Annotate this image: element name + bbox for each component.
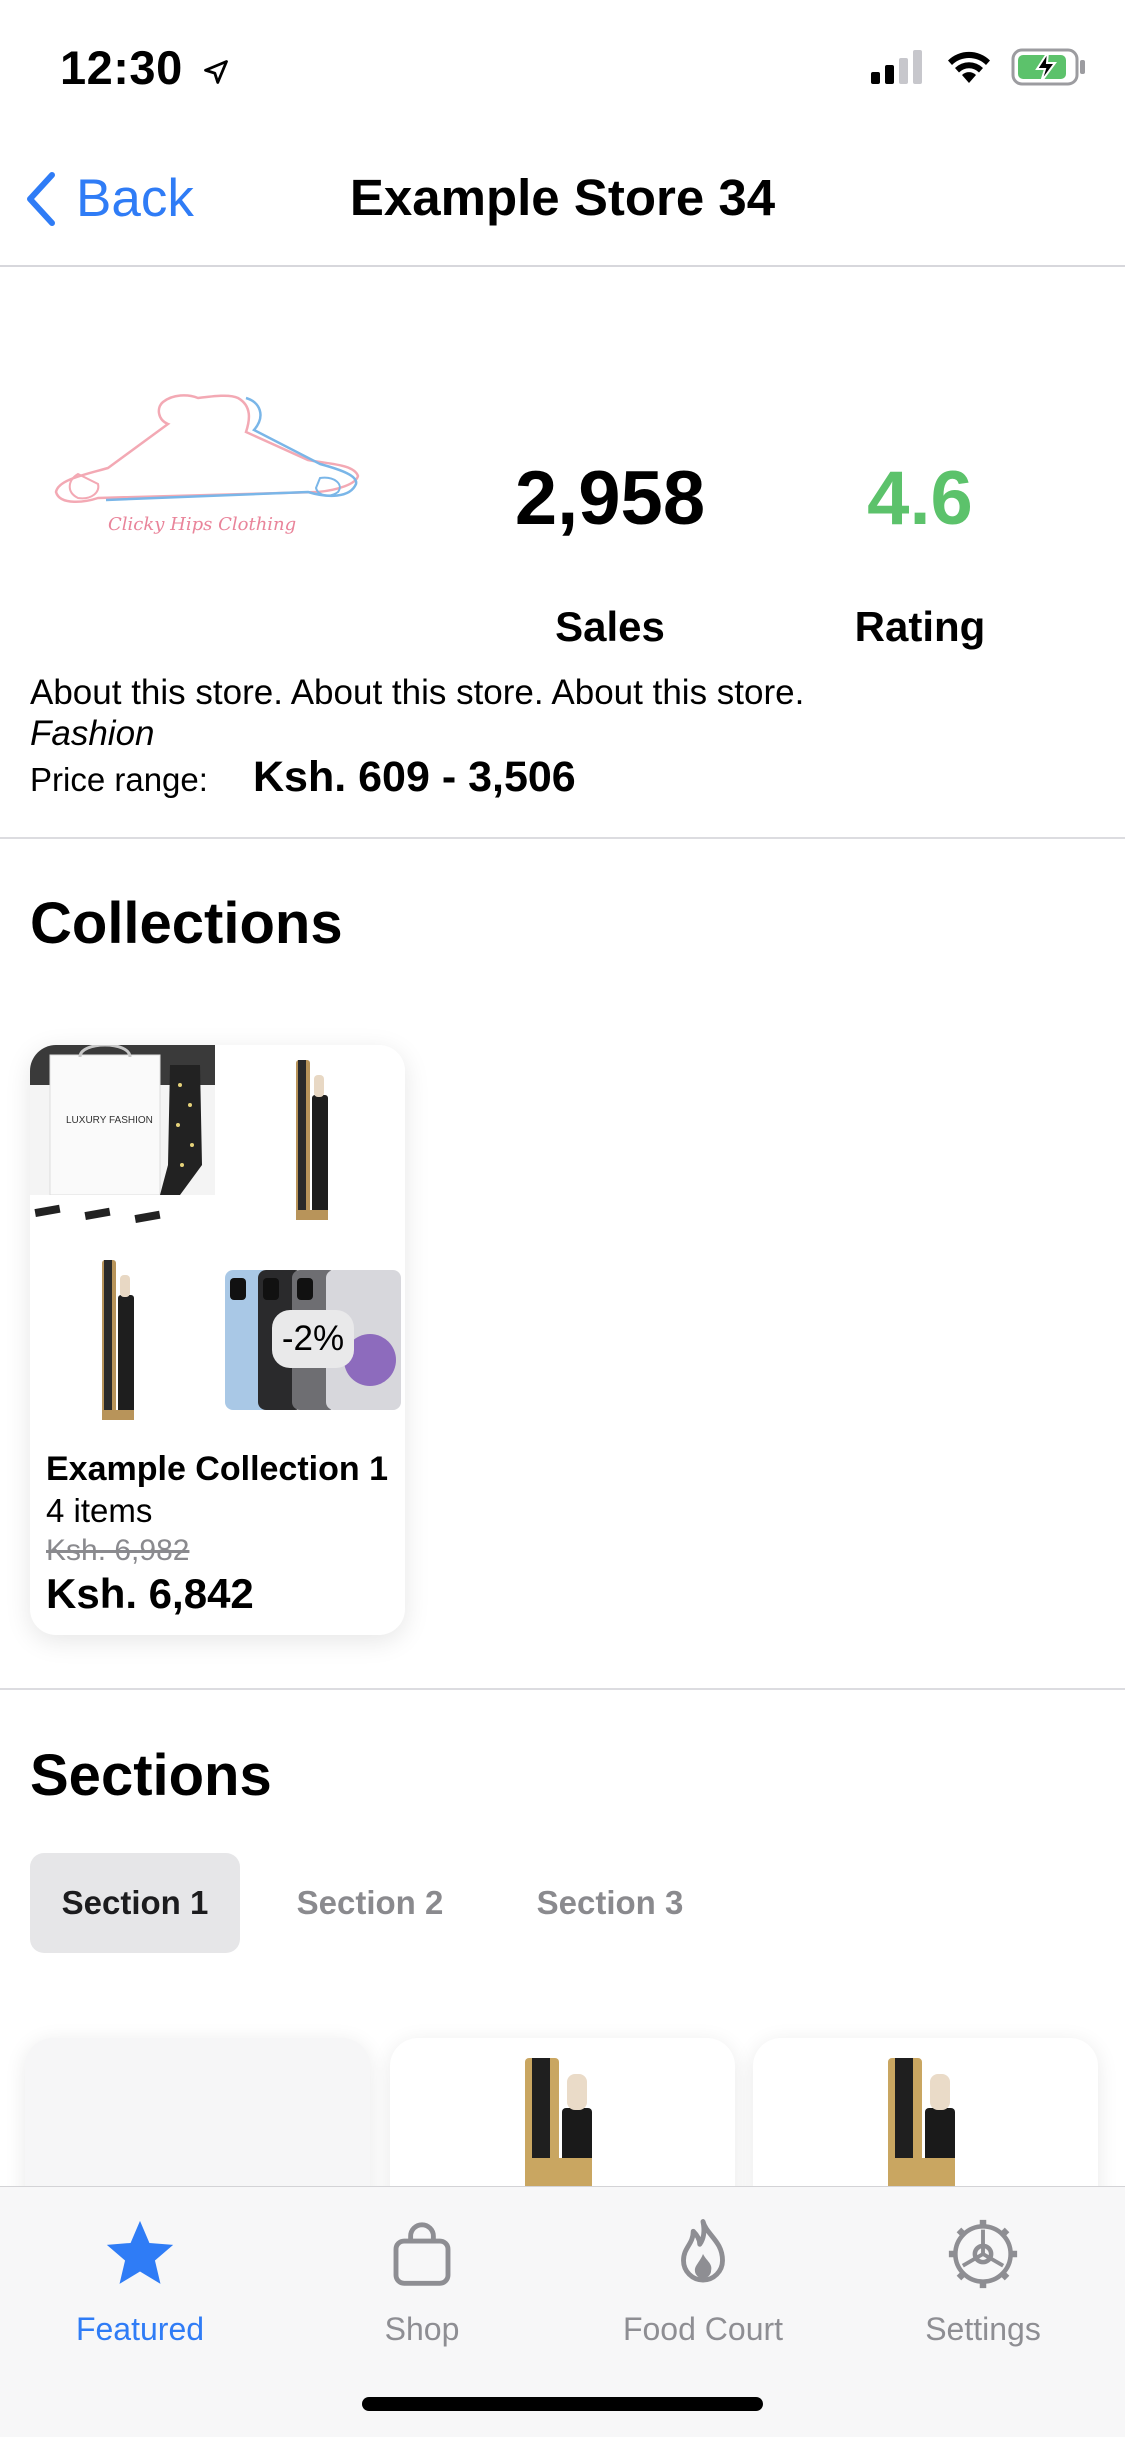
gear-icon <box>948 2219 1018 2289</box>
sales-label: Sales <box>555 603 665 650</box>
divider <box>0 1688 1125 1690</box>
store-about: About this store. About this store. Abou… <box>30 673 805 712</box>
battery-charging-icon <box>1011 48 1085 86</box>
tab-featured[interactable]: Featured <box>10 2215 270 2348</box>
collection-thumb-pen <box>220 1045 405 1230</box>
wifi-icon <box>948 51 990 83</box>
tab-section-1[interactable]: Section 1 <box>30 1853 240 1953</box>
sections-heading: Sections <box>30 1743 272 1808</box>
divider <box>0 837 1125 839</box>
store-logo: Clicky Hips Clothing <box>38 380 378 550</box>
rating-value: 4.6 <box>867 456 973 541</box>
collection-price: Ksh. 6,842 <box>46 1570 254 1617</box>
collection-old-price: Ksh. 6,982 <box>46 1534 190 1567</box>
collection-thumb-pen <box>30 1250 215 1435</box>
cellular-signal-icon <box>871 50 922 84</box>
tab-food-court-label: Food Court <box>622 2311 784 2347</box>
flame-icon <box>681 2219 725 2283</box>
bag-icon <box>393 2222 451 2286</box>
status-indicators <box>871 48 1087 86</box>
tab-section-3[interactable]: Section 3 <box>510 1853 710 1953</box>
tab-settings[interactable]: Settings <box>853 2215 1113 2348</box>
page-title: Example Store 34 <box>349 169 776 226</box>
tab-featured-label: Featured <box>75 2311 205 2347</box>
hanger-logo-icon: Clicky Hips Clothing <box>54 394 360 535</box>
rating-label: Rating <box>854 603 986 650</box>
sales-value: 2,958 <box>514 456 706 541</box>
collections-heading: Collections <box>30 891 343 956</box>
store-category: Fashion <box>30 714 155 753</box>
collection-name: Example Collection 1 <box>46 1450 388 1488</box>
tab-shop[interactable]: Shop <box>292 2215 552 2348</box>
status-time-text: 12:30 <box>60 41 183 94</box>
collection-item-count: 4 items <box>46 1492 153 1529</box>
star-icon <box>106 2220 174 2284</box>
location-arrow-icon <box>204 59 229 84</box>
logo-text: Clicky Hips Clothing <box>108 514 296 535</box>
discount-badge: -2% <box>272 1310 354 1368</box>
tab-shop-label: Shop <box>384 2311 460 2347</box>
tab-section-2[interactable]: Section 2 <box>270 1853 470 1953</box>
home-indicator[interactable] <box>362 2397 763 2411</box>
status-time: 12:30 <box>60 40 230 95</box>
price-range-label: Price range: <box>30 761 208 798</box>
collection-thumb-bag: LUXURY FASHION <box>30 1045 215 1230</box>
tab-settings-label: Settings <box>925 2311 1041 2347</box>
tab-food-court[interactable]: Food Court <box>573 2215 833 2348</box>
price-range-value: Ksh. 609 - 3,506 <box>253 753 576 801</box>
bag-text: LUXURY FASHION <box>66 1115 153 1126</box>
